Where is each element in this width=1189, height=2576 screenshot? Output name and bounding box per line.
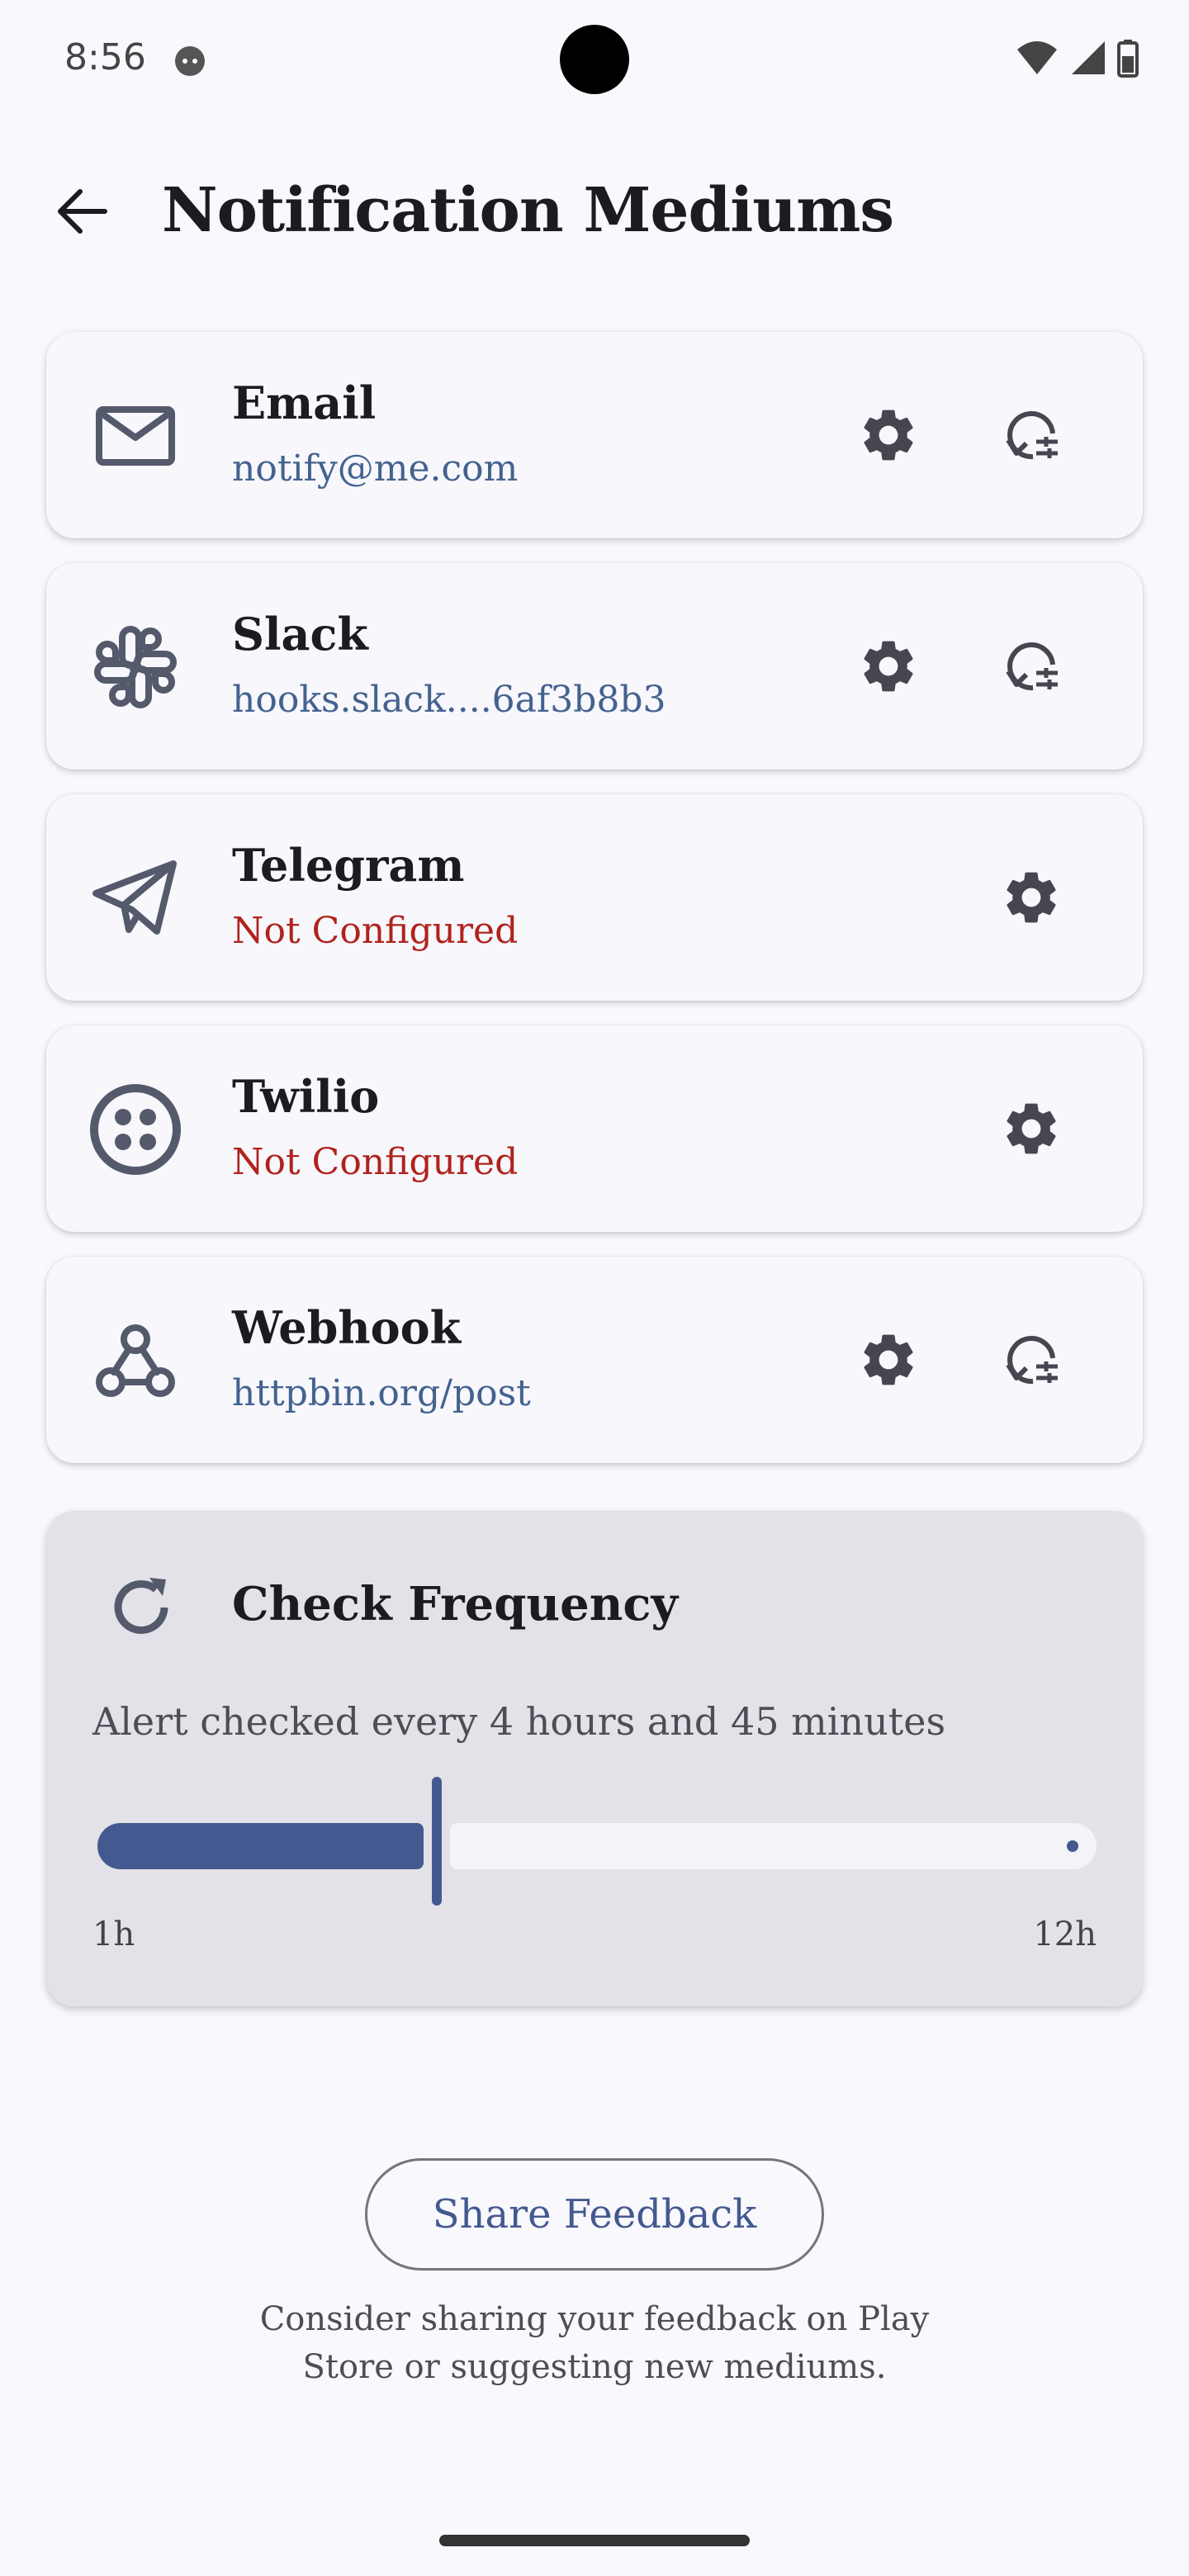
page-title: Notification Mediums	[162, 175, 894, 246]
medium-detail: hooks.slack....6af3b8b3	[232, 679, 666, 721]
frequency-description: Alert checked every 4 hours and 45 minut…	[92, 1699, 946, 1744]
webhook-icon	[89, 1314, 182, 1407]
telegram-icon	[89, 852, 182, 945]
battery-icon	[1117, 40, 1139, 78]
check-frequency-card: Check Frequency Alert checked every 4 ho…	[46, 1511, 1143, 2006]
medium-name: Telegram	[232, 839, 465, 892]
medium-name: Email	[232, 376, 377, 429]
frequency-title: Check Frequency	[232, 1577, 679, 1631]
medium-card-twilio[interactable]: Twilio Not Configured	[46, 1025, 1143, 1232]
medium-detail: httpbin.org/post	[232, 1372, 531, 1414]
test-medium-button[interactable]	[990, 625, 1073, 708]
medium-detail: Not Configured	[232, 1141, 519, 1183]
gear-icon	[864, 410, 913, 461]
status-icons	[1016, 38, 1139, 78]
slack-icon	[89, 621, 182, 713]
medium-card-webhook[interactable]: Webhook httpbin.org/post	[46, 1257, 1143, 1463]
slider-inactive-track	[450, 1823, 1097, 1869]
home-indicator[interactable]	[439, 2535, 750, 2546]
settings-button[interactable]	[847, 625, 930, 708]
settings-button[interactable]	[990, 1087, 1073, 1170]
medium-name: Twilio	[232, 1070, 380, 1123]
twilio-icon	[89, 1083, 182, 1176]
status-time: 8:56	[64, 36, 146, 78]
medium-name: Webhook	[232, 1301, 462, 1354]
app-bar: Notification Mediums	[0, 157, 1189, 264]
slider-min-label: 1h	[92, 1915, 135, 1953]
refresh-icon	[96, 1562, 187, 1653]
share-feedback-button[interactable]: Share Feedback	[365, 2158, 824, 2271]
test-medium-button[interactable]	[990, 1319, 1073, 1401]
settings-button[interactable]	[847, 1319, 930, 1401]
medium-detail: Not Configured	[232, 910, 519, 952]
status-bar: 8:56	[0, 0, 1189, 124]
gear-icon	[864, 641, 913, 692]
test-refresh-icon	[1006, 411, 1058, 460]
gear-icon	[864, 1334, 913, 1385]
frequency-slider[interactable]	[97, 1777, 1097, 1917]
cellular-signal-icon	[1072, 41, 1105, 74]
test-refresh-icon	[1006, 642, 1058, 691]
slider-active-track	[97, 1823, 424, 1869]
settings-button[interactable]	[847, 394, 930, 476]
settings-button[interactable]	[990, 856, 1073, 939]
test-refresh-icon	[1006, 1336, 1058, 1385]
medium-card-telegram[interactable]: Telegram Not Configured	[46, 794, 1143, 1001]
slider-thumb[interactable]	[432, 1777, 442, 1906]
notification-mediums-screen: 8:56 Notification Mediums Email notify@m…	[0, 0, 1189, 2576]
gear-icon	[1007, 872, 1056, 923]
wifi-icon	[1017, 41, 1057, 74]
slider-max-label: 12h	[1033, 1915, 1097, 1953]
notification-face-icon	[175, 46, 205, 76]
mail-icon	[89, 390, 182, 482]
medium-card-slack[interactable]: Slack hooks.slack....6af3b8b3	[46, 563, 1143, 769]
medium-detail: notify@me.com	[232, 447, 519, 490]
gear-icon	[1007, 1103, 1056, 1154]
slider-stop-indicator	[1067, 1840, 1078, 1852]
medium-card-email[interactable]: Email notify@me.com	[46, 332, 1143, 538]
camera-cutout	[560, 25, 629, 94]
test-medium-button[interactable]	[990, 394, 1073, 476]
feedback-note: Consider sharing your feedback on Play S…	[259, 2300, 930, 2386]
back-button[interactable]	[45, 182, 119, 241]
medium-name: Slack	[232, 608, 368, 661]
arrow-back-icon	[58, 189, 107, 234]
